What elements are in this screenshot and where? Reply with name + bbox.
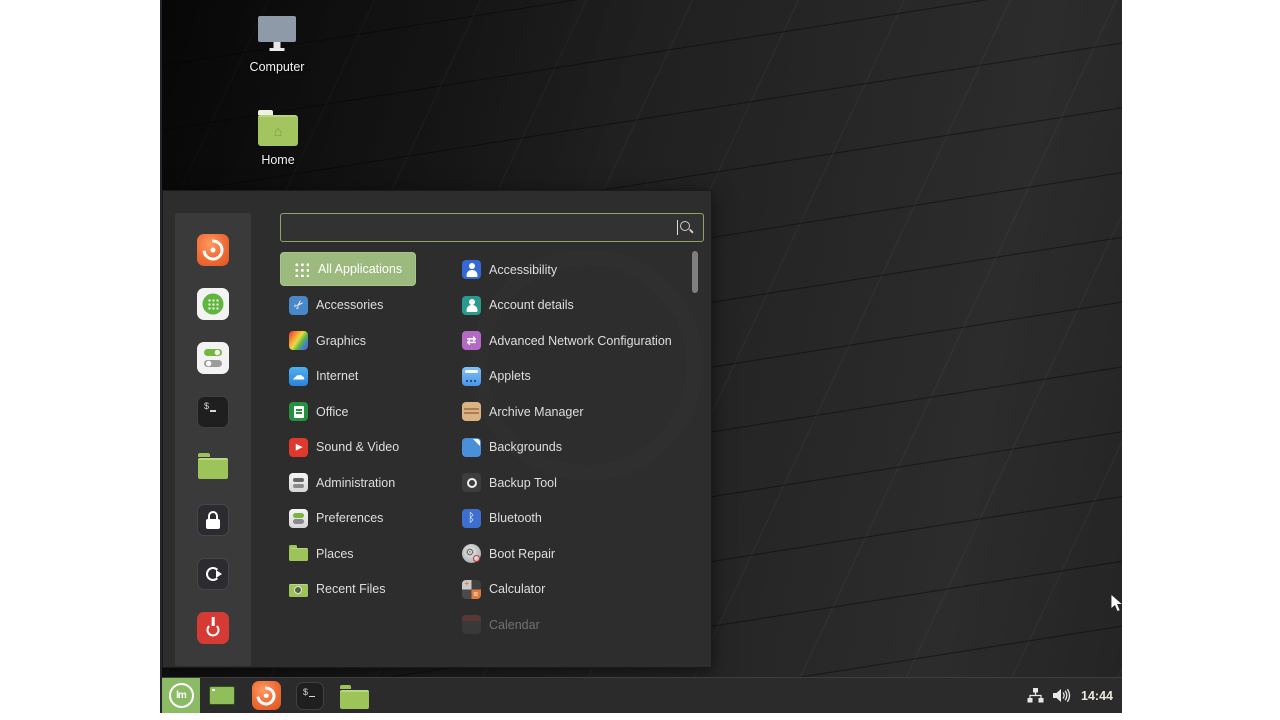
category-office[interactable]: Office [280, 394, 450, 430]
desktop-wallpaper: Computer Home [160, 0, 1122, 713]
logout-icon[interactable] [197, 558, 229, 590]
user-bust-icon [462, 295, 481, 315]
search-input[interactable] [281, 220, 679, 235]
desktop-icon-computer[interactable]: Computer [231, 16, 323, 74]
category-internet[interactable]: Internet [280, 359, 450, 395]
firefox-icon[interactable] [197, 234, 229, 266]
calendar-icon [462, 615, 481, 635]
menu-button[interactable]: lm [162, 678, 200, 713]
home-folder-icon [258, 110, 298, 146]
sliders-green-icon [289, 508, 308, 528]
app-backgrounds[interactable]: Backgrounds [453, 430, 695, 466]
taskbar-launchers: lm [162, 678, 376, 713]
category-accessories[interactable]: Accessories [280, 288, 450, 324]
network-arrows-icon [462, 331, 481, 351]
terminal-launcher[interactable] [288, 678, 332, 713]
category-sound-video[interactable]: Sound & Video [280, 430, 450, 466]
search-icon [678, 220, 694, 236]
app-applets[interactable]: Applets [453, 359, 695, 395]
window-icon [209, 686, 235, 705]
application-list: Accessibility Account details Advanced N… [453, 252, 695, 643]
backup-circle-icon [462, 473, 481, 493]
category-places[interactable]: Places [280, 536, 450, 572]
mouse-cursor [1110, 592, 1122, 619]
app-boot-repair[interactable]: Boot Repair [453, 536, 695, 572]
folder-icon [289, 544, 308, 563]
folder-icon [339, 682, 369, 710]
panel-applets-icon [462, 366, 481, 386]
firefox-launcher[interactable] [244, 678, 288, 713]
terminal-icon [296, 681, 324, 710]
category-list: All Applications Accessories Graphics In… [280, 252, 450, 607]
cloud-icon [289, 366, 308, 386]
wired-network-icon[interactable] [1027, 688, 1044, 703]
system-tray: 14:44 [1027, 678, 1122, 713]
category-recent-files[interactable]: Recent Files [280, 572, 450, 608]
speaker-icon[interactable] [1053, 688, 1072, 703]
desktop-icon-home[interactable]: Home [232, 110, 324, 167]
clock[interactable]: 14:44 [1081, 689, 1113, 703]
app-account-details[interactable]: Account details [453, 288, 695, 324]
bluetooth-icon [462, 508, 481, 528]
application-menu: All Applications Accessories Graphics In… [162, 190, 712, 668]
desktop-icon-label: Home [261, 153, 295, 167]
app-advanced-network-configuration[interactable]: Advanced Network Configuration [453, 323, 695, 359]
category-all-applications[interactable]: All Applications [280, 252, 417, 286]
category-administration[interactable]: Administration [280, 465, 450, 501]
power-icon[interactable] [197, 612, 229, 644]
search-box[interactable] [280, 213, 704, 242]
app-accessibility[interactable]: Accessibility [453, 252, 695, 288]
folder-clock-icon [289, 580, 308, 599]
app-bluetooth[interactable]: Bluetooth [453, 501, 695, 537]
category-preferences[interactable]: Preferences [280, 501, 450, 537]
disc-magnifier-icon [462, 544, 481, 564]
rainbow-icon [289, 331, 308, 351]
padlock-icon[interactable] [197, 504, 229, 536]
app-archive-manager[interactable]: Archive Manager [453, 394, 695, 430]
computer-monitor-icon [258, 16, 296, 42]
archive-box-icon [462, 402, 481, 422]
wallpaper-page-icon [462, 437, 481, 457]
firefox-icon [251, 681, 281, 710]
category-graphics[interactable]: Graphics [280, 323, 450, 359]
mint-logo-icon: lm [168, 683, 194, 708]
software-manager-icon[interactable] [197, 288, 229, 320]
grid-icon [292, 261, 309, 277]
app-calendar[interactable]: Calendar [453, 607, 695, 643]
play-icon [289, 437, 308, 457]
app-backup-tool[interactable]: Backup Tool [453, 465, 695, 501]
document-icon [289, 402, 308, 422]
favorites-sidebar [175, 213, 251, 666]
scissors-icon [289, 295, 308, 315]
folder-icon[interactable] [197, 450, 229, 482]
terminal-icon[interactable] [197, 396, 229, 428]
show-desktop-button[interactable] [200, 678, 244, 713]
app-calculator[interactable]: Calculator [453, 572, 695, 608]
settings-toggles-icon[interactable] [197, 342, 229, 374]
screen: Computer Home [0, 0, 1280, 720]
desktop-icon-label: Computer [249, 60, 305, 74]
scrollbar-thumb[interactable] [692, 251, 698, 293]
sliders-icon [289, 473, 308, 493]
accessibility-person-icon [462, 260, 481, 280]
taskbar: lm $ 14:44 [162, 677, 1122, 713]
calculator-icon [462, 579, 481, 599]
files-launcher[interactable] [332, 678, 376, 713]
